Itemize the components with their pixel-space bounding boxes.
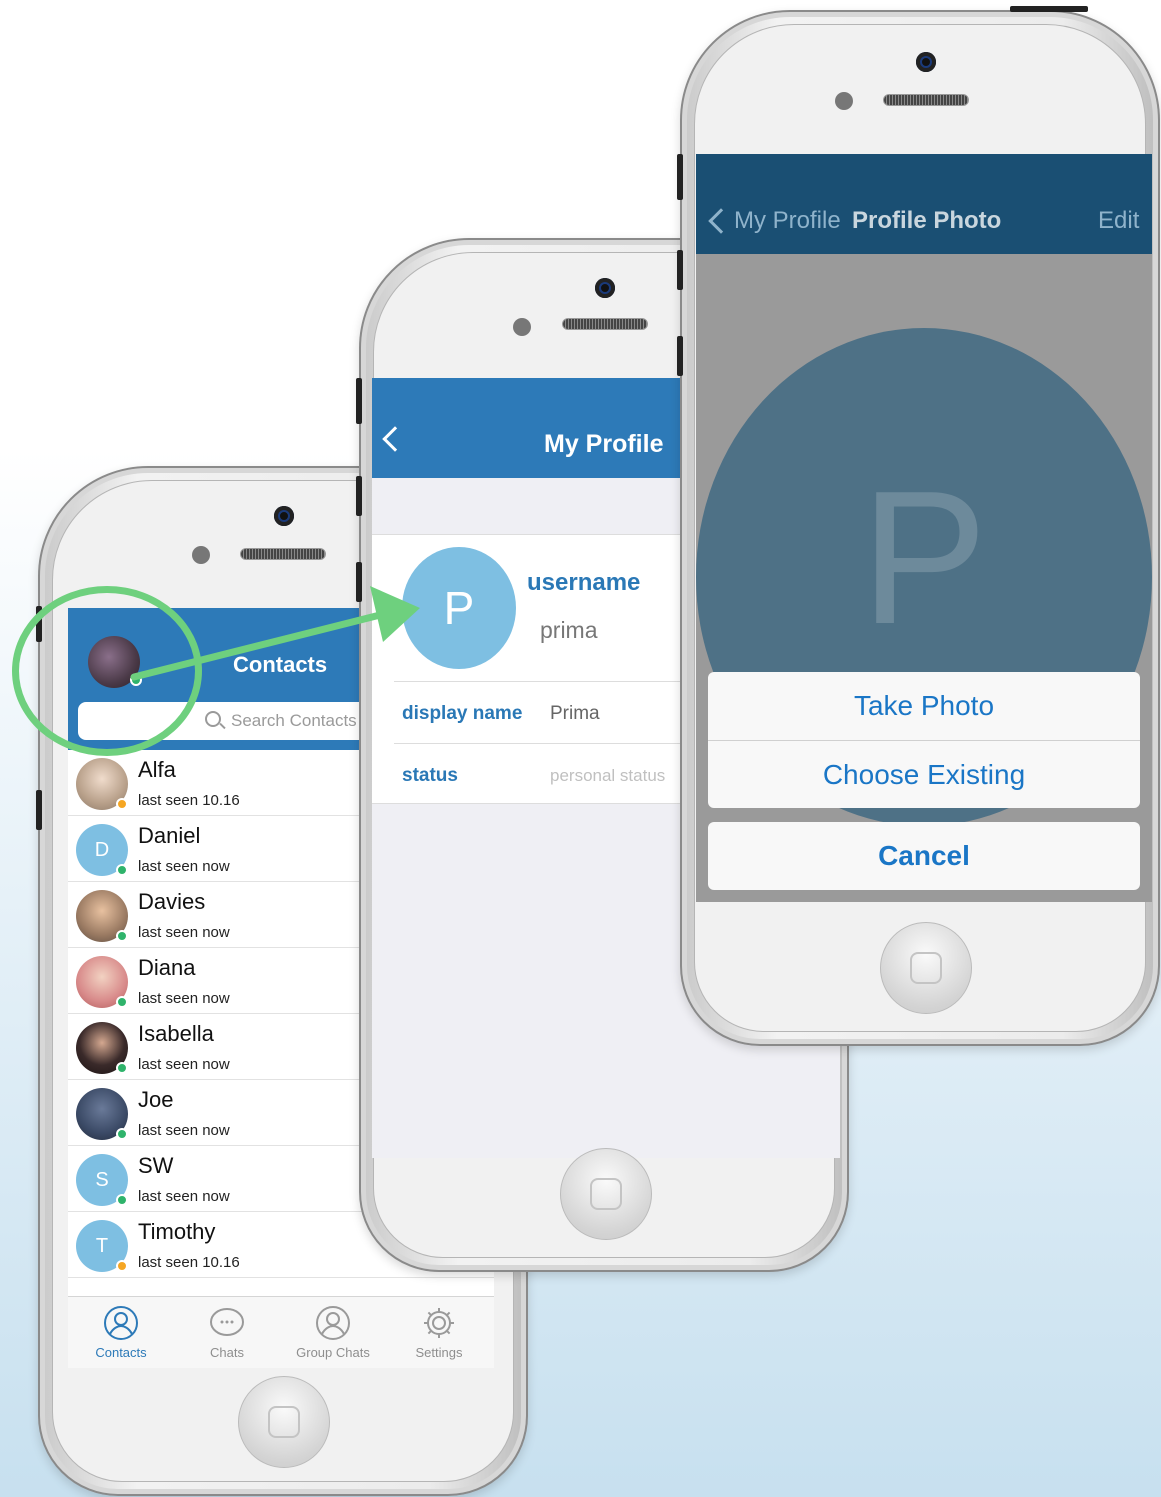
status-dot	[116, 864, 128, 876]
home-button[interactable]	[880, 922, 972, 1014]
group-icon	[316, 1306, 350, 1340]
phone-side-button	[356, 378, 362, 424]
last-seen: last seen 10.16	[138, 792, 240, 809]
home-square-icon	[268, 1406, 300, 1438]
status-label: status	[402, 765, 458, 786]
last-seen: last seen now	[138, 858, 230, 875]
status-dot	[116, 798, 128, 810]
last-seen: last seen 10.16	[138, 1254, 240, 1271]
speaker-grille	[562, 318, 648, 330]
status-dot	[116, 1260, 128, 1272]
search-placeholder: Search Contacts	[231, 711, 357, 730]
phone-side-button	[356, 476, 362, 516]
username-label: username	[527, 569, 641, 596]
sensor-dot	[835, 92, 853, 110]
contact-name: Timothy	[138, 1219, 216, 1244]
sensor-dot	[513, 318, 531, 336]
contact-name: Joe	[138, 1087, 174, 1112]
contact-name: Alfa	[138, 757, 176, 782]
tab-label: Chats	[210, 1345, 244, 1360]
contact-name: Daniel	[138, 823, 201, 848]
camera-icon	[274, 506, 294, 526]
phone-side-button	[36, 790, 42, 830]
edit-button[interactable]: Edit	[1098, 207, 1139, 235]
home-square-icon	[590, 1178, 622, 1210]
last-seen: last seen now	[138, 990, 230, 1007]
profile-avatar[interactable]: P	[402, 547, 516, 669]
last-seen: last seen now	[138, 1122, 230, 1139]
camera-icon	[916, 52, 936, 72]
status-dot	[116, 996, 128, 1008]
tab-settings[interactable]: Settings	[386, 1297, 492, 1368]
phone-side-button	[356, 562, 362, 602]
choose-existing-button[interactable]: Choose Existing	[708, 741, 1140, 808]
home-button[interactable]	[238, 1376, 330, 1468]
photo-header: My Profile Profile Photo Edit	[696, 154, 1152, 254]
profile-photo-screen: My Profile Profile Photo Edit P Take Pho…	[696, 154, 1152, 902]
phone-side-button	[677, 250, 683, 290]
back-chevron-icon[interactable]	[382, 426, 408, 452]
home-button[interactable]	[560, 1148, 652, 1240]
last-seen: last seen now	[138, 924, 230, 941]
tab-label: Group Chats	[296, 1345, 370, 1360]
page-title: Profile Photo	[852, 207, 1002, 234]
last-seen: last seen now	[138, 1188, 230, 1205]
status-dot	[116, 930, 128, 942]
speaker-grille	[883, 94, 969, 106]
gear-icon	[424, 1308, 454, 1338]
speaker-grille	[240, 548, 326, 560]
contact-name: Isabella	[138, 1021, 214, 1046]
tab-contacts[interactable]: Contacts	[68, 1297, 174, 1368]
contact-name: Davies	[138, 889, 206, 914]
display-name-label: display name	[402, 703, 523, 724]
phone-top-button	[1010, 6, 1088, 12]
sensor-dot	[192, 546, 210, 564]
page-title: My Profile	[544, 430, 664, 458]
contact-name: SW	[138, 1153, 174, 1178]
tab-chats[interactable]: Chats	[174, 1297, 280, 1368]
username-value: prima	[540, 617, 598, 643]
tab-group-chats[interactable]: Group Chats	[280, 1297, 386, 1368]
back-button[interactable]: My Profile	[734, 207, 841, 235]
take-photo-button[interactable]: Take Photo	[708, 672, 1140, 740]
back-chevron-icon[interactable]	[708, 208, 734, 234]
tab-label: Settings	[415, 1345, 463, 1360]
display-name-field[interactable]: Prima	[550, 703, 600, 725]
status-dot	[116, 1194, 128, 1206]
home-square-icon	[910, 952, 942, 984]
cancel-button[interactable]: Cancel	[708, 822, 1140, 890]
contact-name: Diana	[138, 955, 196, 980]
phone-side-button	[677, 154, 683, 200]
status-dot	[116, 1128, 128, 1140]
person-icon	[104, 1306, 138, 1340]
camera-icon	[595, 278, 615, 298]
status-dot	[116, 1062, 128, 1074]
search-icon	[205, 711, 221, 727]
status-field[interactable]: personal status	[550, 766, 665, 786]
highlight-ring	[12, 586, 202, 756]
tab-bar: Contacts Chats Group Chats Settings	[68, 1296, 494, 1368]
chat-bubble-icon	[210, 1308, 244, 1336]
phone-side-button	[677, 336, 683, 376]
last-seen: last seen now	[138, 1056, 230, 1073]
page-title: Contacts	[233, 652, 328, 677]
tab-label: Contacts	[95, 1345, 147, 1360]
